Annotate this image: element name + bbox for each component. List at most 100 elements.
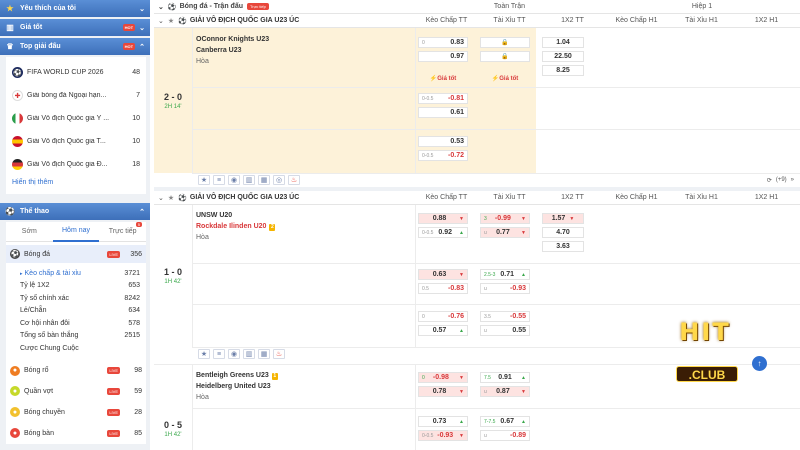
sub-item-odd-even[interactable]: Lẻ/Chẵn 634 [6,305,146,318]
sport-item-tennis[interactable]: ● Quần vợt LIVE 59 [6,381,146,402]
x12-draw-odds[interactable]: 8.25 [542,65,584,76]
star-icon[interactable]: ★ [168,17,174,25]
good-price-header[interactable]: ▥ Giá tốt HOT ⌄ [0,19,150,36]
x12-home-odds[interactable]: 1.04 [542,37,584,48]
match-teams[interactable]: UNSW U20 Rockdale Ilinden U20 2 Hòa [196,210,406,243]
sub-item-double-chance[interactable]: Cơ hội nhân đôi 578 [6,317,146,330]
good-price-tag[interactable]: ⚡ Giá tốt [418,73,468,84]
chart-icon[interactable]: ▥ [243,175,255,185]
league-item[interactable]: Giải Vô địch Quốc gia T... 10 [12,130,140,153]
chevron-down-icon[interactable]: ⌄ [158,3,164,11]
match-time: 1H 42' [164,432,182,438]
handicap-away-odds[interactable]: 0.61 [418,107,468,118]
full-match-header: Toàn Trận [493,3,526,10]
match-teams[interactable]: OConnor Knights U23 Canberra U23 Hòa [196,34,406,67]
overunder-over-odds[interactable]: 7-7.5 0.67 ▲ [480,416,530,427]
x12-home-odds[interactable]: 1.57 ▼ [542,213,584,224]
handicap-home-odds[interactable]: 0.63 ▼ [418,269,468,280]
sub-item-1x2[interactable]: Tỷ lệ 1X2 653 [6,280,146,293]
top-leagues-header[interactable]: ♛ Top giải đấu HOT ⌃ [0,38,150,55]
overunder-under-odds[interactable]: u 0.55 [480,325,530,336]
scroll-up-button[interactable]: ↑ [752,356,767,371]
sport-item-football[interactable]: ⚽ Bóng đá LIVE 356 [6,245,146,263]
match-teams[interactable]: Bentleigh Greens U23 1 Heidelberg United … [196,370,406,403]
live-badge: LIVE [107,429,120,437]
sub-item-correct-score[interactable]: Tỷ số chính xác 8242 [6,292,146,305]
handicap-away-odds[interactable]: 0-0.5 0.92 ▲ [418,227,468,238]
database-icon[interactable]: ≡ [213,349,225,359]
arrow-up-icon: ↑ [757,359,762,368]
chevron-up-icon: ⌃ [139,43,145,51]
tab-today[interactable]: Hôm nay [52,221,100,242]
x12-away-odds[interactable]: 4.70 [542,227,584,238]
handicap-home-odds[interactable]: 0-0.5 -0.81 [418,93,468,104]
overunder-under-odds[interactable]: u 0.87 ▼ [480,386,530,397]
table-icon[interactable]: ▦ [258,175,270,185]
overunder-over-odds[interactable]: 2.5-3 0.71 ▲ [480,269,530,280]
handicap-away-odds[interactable]: 0.97 [418,51,468,62]
league-header: ⌄ ★ ⚽ GIẢI VÔ ĐỊCH QUỐC GIA U23 ÚC Kèo Chấp… [154,191,800,205]
sport-item-basketball[interactable]: ● Bóng rổ LIVE 98 [6,361,146,381]
chevron-down-icon[interactable]: ⌄ [158,17,164,25]
handicap-away-odds[interactable]: 0.78 ▼ [418,386,468,397]
handicap-home-odds[interactable]: 0.53 [418,136,468,147]
target-icon[interactable]: ◎ [273,175,285,185]
league-item[interactable]: ✚ Giải bóng đá Ngoại hạn... 7 [12,84,140,107]
league-item[interactable]: Giải Vô địch Quốc gia Ý ... 10 [12,107,140,130]
x12-draw-odds[interactable]: 3.63 [542,241,584,252]
lock-icon: 🔒 [480,51,530,62]
database-icon[interactable]: ≡ [213,175,225,185]
show-more-link[interactable]: Hiển thị thêm [12,176,140,190]
away-team: Heidelberg United U23 [196,383,271,390]
handicap-home-odds[interactable]: 0.88 ▼ [418,213,468,224]
star-icon[interactable]: ★ [168,194,174,202]
handicap-away-odds[interactable]: 0-0.5 -0.72 [418,150,468,161]
match-row: 2 - 0 2H 14' OConnor Knights U23 Canberr… [154,28,800,187]
star-icon[interactable]: ★ [198,349,210,359]
overunder-over-odds[interactable]: 3 -0.99 ▼ [480,213,530,224]
sport-item-volleyball[interactable]: ● Bóng chuyền LIVE 28 [6,402,146,423]
fire-icon[interactable]: ♨ [288,175,300,185]
eye-icon[interactable]: ◉ [228,175,240,185]
overunder-over-odds[interactable]: 7.5 0.91 ▲ [480,372,530,383]
overunder-under-odds[interactable]: u -0.93 [480,283,530,294]
england-flag-icon: ✚ [12,90,23,101]
chevron-down-icon[interactable]: ⌄ [158,194,164,202]
x12-away-odds[interactable]: 22.50 [542,51,584,62]
handicap-home-odds[interactable]: 0 -0.98 ▼ [418,372,468,383]
handicap-home-odds[interactable]: 0 0.83 [418,37,468,48]
handicap-away-odds[interactable]: 0.57 ▲ [418,325,468,336]
more-markets[interactable]: ⟳ (+9) » [763,173,794,187]
favorites-label: Yêu thích của tôi [20,5,77,12]
handicap-away-odds[interactable]: 0.5 -0.83 [418,283,468,294]
fire-icon[interactable]: ♨ [273,349,285,359]
sports-panel: Sớm Hôm nay Trực tiếp 5 ⚽ Bóng đá LIVE 35… [6,222,146,444]
overunder-under-odds[interactable]: u -0.89 [480,430,530,441]
double-chevron-right-icon: » [790,177,794,183]
sub-item-outright[interactable]: Cược Chung Cuộc [6,342,146,355]
star-icon[interactable]: ★ [198,175,210,185]
spain-flag-icon [12,136,23,147]
handicap-away-odds[interactable]: 0-0.5 -0.93 ▼ [418,430,468,441]
eye-icon[interactable]: ◉ [228,349,240,359]
good-price-label: Giá tốt [20,24,43,31]
sub-item-total-goals[interactable]: Tổng số bàn thắng 2515 [6,330,146,343]
handicap-home-odds[interactable]: 0 -0.76 [418,311,468,322]
chevron-down-icon: ⌄ [139,24,145,32]
overunder-over-odds[interactable]: 3.5 -0.55 [480,311,530,322]
home-team: Bentleigh Greens U23 1 [196,372,278,380]
favorites-header[interactable]: ★ Yêu thích của tôi ⌄ [0,0,150,17]
league-item[interactable]: Giải Vô địch Quốc gia Đ... 18 [12,153,140,176]
good-price-tag[interactable]: ⚡ Giá tốt [480,73,530,84]
tab-early[interactable]: Sớm [6,222,53,241]
handicap-home-odds[interactable]: 0.73 ▲ [418,416,468,427]
overunder-under-odds[interactable]: u 0.77 ▼ [480,227,530,238]
sports-header[interactable]: ⚽ Thể thao ⌃ [0,203,150,220]
sub-item-handicap-ou[interactable]: ▸ Kèo chấp & tài xỉu 3721 [6,267,146,280]
tab-live[interactable]: Trực tiếp 5 [99,222,146,241]
chart-icon[interactable]: ▥ [243,349,255,359]
sport-item-table-tennis[interactable]: ● Bóng bàn LIVE 85 [6,423,146,444]
yellow-card-badge: 2 [269,224,276,231]
table-icon[interactable]: ▦ [258,349,270,359]
league-item[interactable]: ⚽ FIFA WORLD CUP 2026 48 [12,61,140,84]
